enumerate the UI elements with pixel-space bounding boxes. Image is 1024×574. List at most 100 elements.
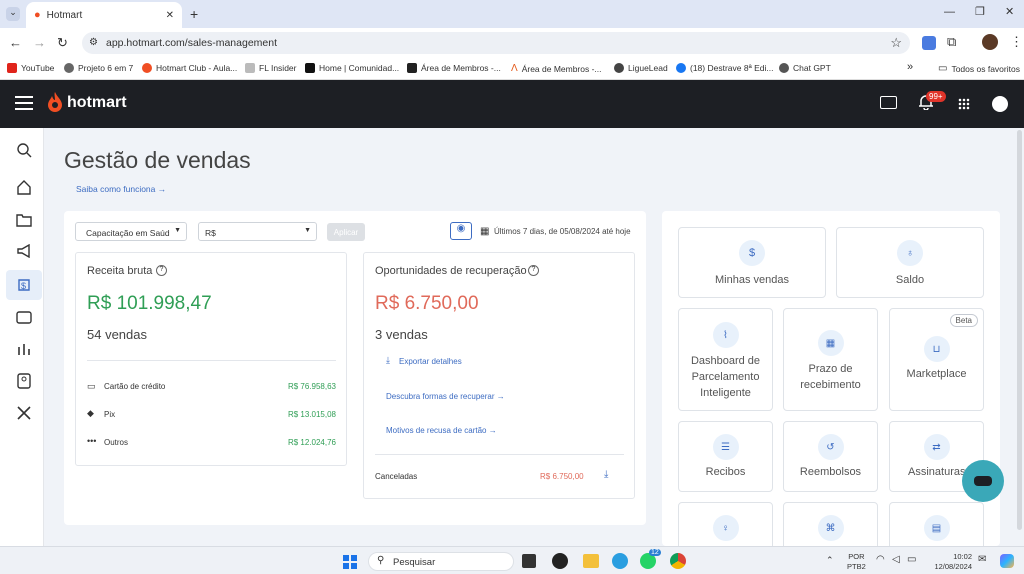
window-close-icon[interactable]: ✕ — [1005, 5, 1014, 18]
tile-bottom-2[interactable]: ⌘ — [783, 502, 878, 546]
browser-tab[interactable]: ● Hotmart ✕ — [26, 2, 182, 28]
close-tab-icon[interactable]: ✕ — [166, 10, 174, 21]
tile-bottom-3[interactable]: ▤ — [889, 502, 984, 546]
extensions-icon[interactable]: ⧉ — [947, 34, 956, 50]
download-icon[interactable]: ⤓ — [386, 355, 390, 366]
reload-icon[interactable]: ↻ — [57, 35, 68, 51]
eye-toggle-icon[interactable]: ◉ — [450, 222, 472, 240]
triangle-icon: Λ — [511, 63, 518, 74]
restore-icon[interactable]: ❐ — [975, 5, 985, 18]
receipt-icon: ☰ — [712, 434, 739, 460]
calendar-icon[interactable]: ▦ — [480, 226, 489, 237]
forward-icon[interactable]: → — [33, 35, 46, 50]
bookmarks-more-icon[interactable]: » — [907, 61, 913, 73]
browser-menu-icon[interactable]: ⋮ — [1010, 34, 1023, 50]
back-icon[interactable]: ← — [9, 35, 22, 50]
tab-list-icon[interactable]: ⌄ — [6, 7, 20, 21]
export-details-link[interactable]: Exportar detalhes — [399, 357, 462, 366]
wallet-icon[interactable] — [6, 302, 42, 332]
battery-icon[interactable]: ▭ — [907, 554, 916, 565]
dell-icon[interactable] — [552, 553, 568, 569]
tile-bottom-1[interactable]: ♀ — [678, 502, 773, 546]
telegram-icon[interactable] — [612, 553, 628, 569]
currency-select[interactable]: R$ ▼ — [198, 222, 317, 241]
bookmark-chatgpt[interactable]: Chat GPT — [779, 63, 831, 73]
clock[interactable]: 10:02 12/08/2024 — [928, 552, 972, 572]
bookmark-area-membros-1[interactable]: Área de Membros -... — [407, 63, 501, 73]
bookmark-liguelead[interactable]: LigueLead — [614, 63, 668, 73]
app-header: hotmart 99+ — [0, 80, 1024, 128]
tile-reembolsos[interactable]: ↺ Reembolsos — [783, 421, 878, 492]
taskbar-search[interactable]: ⚲ Pesquisar — [368, 552, 514, 571]
new-tab-icon[interactable]: + — [190, 6, 198, 22]
bookmark-youtube[interactable]: YouTube — [7, 63, 54, 73]
translate-extension-icon[interactable] — [922, 36, 936, 50]
address-bar[interactable]: ⚙ app.hotmart.com/sales-management ☆ — [82, 32, 910, 54]
menu-icon[interactable] — [15, 96, 33, 110]
search-icon[interactable] — [6, 135, 42, 165]
bookmark-comunidade[interactable]: Home | Comunidad... — [305, 63, 399, 73]
browser-tab-bar: ⌄ ● Hotmart ✕ + — ❐ ✕ — [0, 0, 1024, 28]
document-icon: ▤ — [923, 515, 950, 541]
divider — [375, 454, 624, 455]
download-icon[interactable]: ⤓ — [604, 469, 608, 480]
chrome-icon[interactable] — [670, 553, 686, 569]
copilot-icon[interactable] — [1000, 554, 1014, 568]
sales-icon[interactable]: $ — [6, 270, 42, 300]
apps-grid-icon[interactable] — [958, 98, 970, 110]
hotmart-flame-icon — [48, 92, 62, 112]
task-view-icon[interactable] — [522, 554, 536, 568]
megaphone-icon[interactable] — [6, 236, 42, 266]
hotmart-logo[interactable]: hotmart — [67, 94, 127, 112]
bookmark-star-icon[interactable]: ☆ — [890, 35, 902, 51]
home-icon[interactable] — [6, 172, 42, 202]
site-info-icon[interactable]: ⚙ — [89, 37, 98, 48]
notification-center-icon[interactable]: ✉ — [978, 554, 986, 565]
card-refusal-link[interactable]: Motivos de recusa de cartão → — [386, 426, 497, 435]
pix-icon: ◆ — [87, 408, 94, 418]
tile-minhas-vendas[interactable]: $ Minhas vendas — [678, 227, 826, 298]
chat-support-button[interactable] — [962, 460, 1004, 502]
minimize-icon[interactable]: — — [944, 6, 955, 18]
tools-icon[interactable] — [6, 398, 42, 428]
tile-recibos[interactable]: ☰ Recibos — [678, 421, 773, 492]
tile-saldo[interactable]: ♁ Saldo — [836, 227, 984, 298]
whatsapp-badge: 12 — [649, 549, 661, 556]
language-indicator[interactable]: POR PTB2 — [847, 552, 866, 572]
help-icon[interactable]: ? — [528, 265, 539, 276]
date-range[interactable]: Últimos 7 dias, de 05/08/2024 até hoje — [494, 227, 631, 236]
tile-prazo-recebimento[interactable]: ▦ Prazo de recebimento — [783, 308, 878, 411]
help-link[interactable]: Saiba como funciona → — [76, 184, 166, 194]
help-icon[interactable]: ? — [156, 265, 167, 276]
bookmark-fl-insider[interactable]: FL Insider — [245, 63, 296, 73]
bookmark-projeto[interactable]: Projeto 6 em 7 — [64, 63, 133, 73]
file-explorer-icon[interactable] — [583, 554, 599, 568]
wifi-icon[interactable]: ◠ — [876, 554, 885, 565]
apply-button[interactable]: Aplicar — [327, 223, 365, 241]
cart-icon: ⊔ — [923, 336, 950, 362]
user-avatar[interactable] — [992, 96, 1008, 112]
line-chart-icon: ⌇ — [712, 322, 739, 348]
windows-start-icon[interactable] — [343, 555, 357, 569]
youtube-icon — [7, 63, 17, 73]
volume-icon[interactable]: ◁ — [892, 554, 900, 565]
members-icon — [407, 63, 417, 73]
bookmark-destrave[interactable]: (18) Destrave 8ª Edi... — [676, 63, 773, 73]
taskbar: ⚲ Pesquisar 12 ⌃ POR PTB2 ◠ ◁ ▭ 10:02 12… — [0, 546, 1024, 574]
contacts-icon[interactable] — [6, 366, 42, 396]
tray-overflow-icon[interactable]: ⌃ — [826, 555, 834, 566]
product-select[interactable]: Capacitação em Saúd ▼ — [75, 222, 187, 241]
bookmark-hotmart-club[interactable]: Hotmart Club - Aula... — [142, 63, 237, 73]
chat-icon[interactable] — [880, 96, 897, 109]
bookmark-area-membros-2[interactable]: Λ Área de Membros -... — [511, 63, 602, 74]
bookmarks-bar: YouTube Projeto 6 em 7 Hotmart Club - Au… — [0, 58, 1024, 80]
tile-dashboard-parcelamento[interactable]: ⌇ Dashboard de Parcelamento Inteligente — [678, 308, 773, 411]
analytics-icon[interactable] — [6, 334, 42, 364]
folder-icon[interactable] — [6, 205, 42, 235]
page-scrollbar[interactable] — [1017, 130, 1022, 530]
recover-ways-link[interactable]: Descubra formas de recuperar → — [386, 392, 505, 401]
profile-avatar[interactable] — [982, 34, 998, 50]
tile-marketplace[interactable]: Beta ⊔ Marketplace — [889, 308, 984, 411]
hotmart-favicon-icon: ● — [34, 9, 41, 21]
all-favorites-folder[interactable]: ▭ Todos os favoritos — [938, 63, 1020, 74]
